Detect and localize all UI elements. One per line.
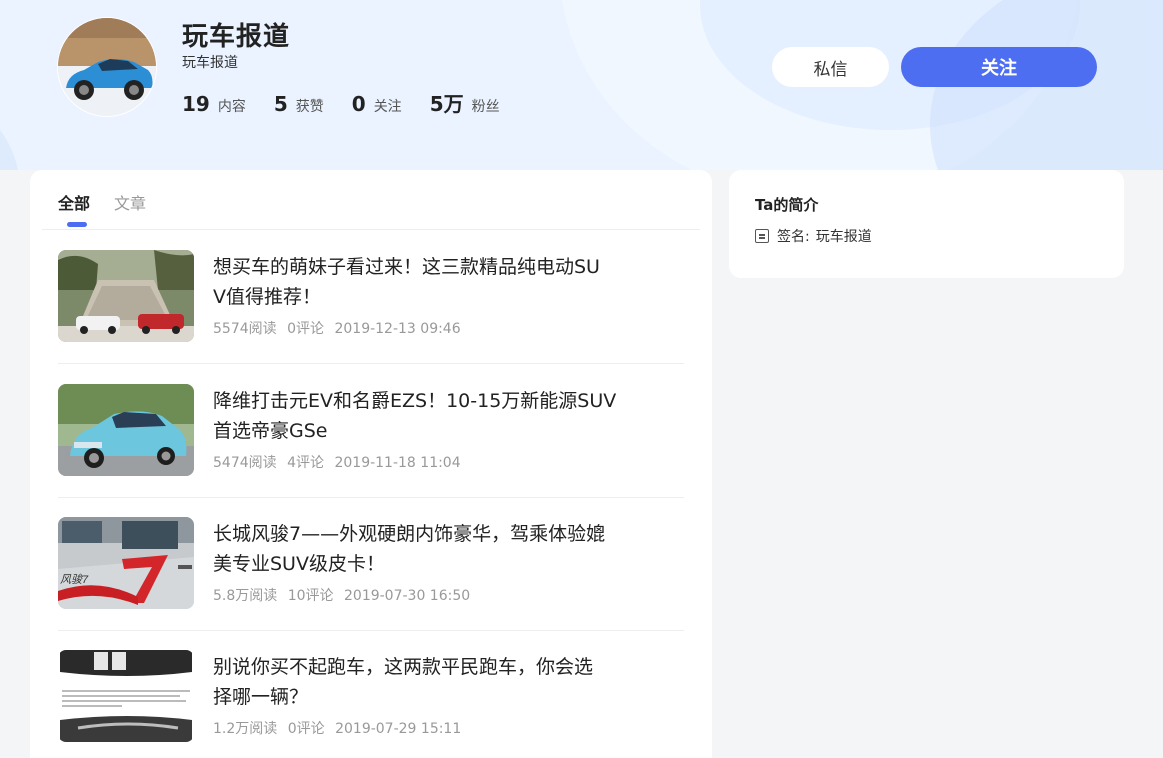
stat-likes: 5 获赞 bbox=[274, 92, 324, 116]
comment-count: 10评论 bbox=[287, 588, 334, 604]
article-item[interactable]: 风骏7 长城风骏7——外观硬朗内饰豪华，驾乘体验媲 美专业SUV级皮卡！ 5.8… bbox=[58, 517, 684, 650]
comment-count: 0评论 bbox=[287, 721, 325, 737]
intro-title: Ta的简介 bbox=[755, 196, 819, 214]
profile-page: 玩车报道 玩车报道 19 内容 5 获赞 0 关注 5万 粉丝 私信 关注 全部… bbox=[0, 0, 1163, 758]
article-title[interactable]: 长城风骏7——外观硬朗内饰豪华，驾乘体验媲 美专业SUV级皮卡！ bbox=[213, 519, 633, 579]
stat-label: 粉丝 bbox=[471, 99, 500, 115]
read-count: 5474阅读 bbox=[213, 455, 277, 471]
stat-number: 5万 bbox=[429, 92, 464, 116]
tab-articles[interactable]: 文章 bbox=[114, 190, 146, 214]
publish-time: 2019-07-29 15:11 bbox=[335, 721, 462, 737]
document-icon bbox=[755, 229, 769, 243]
article-item[interactable]: 想买车的萌妹子看过来！这三款精品纯电动SU V值得推荐！ 5574阅读 0评论 … bbox=[58, 250, 684, 383]
stat-label: 内容 bbox=[217, 99, 246, 115]
article-item[interactable]: 降维打击元EV和名爵EZS！10-15万新能源SUV 首选帝豪GSe 5474阅… bbox=[58, 384, 684, 517]
stat-content[interactable]: 19 内容 bbox=[182, 92, 246, 116]
article-title[interactable]: 别说你买不起跑车，这两款平民跑车，你会选 择哪一辆？ bbox=[213, 652, 633, 712]
profile-stats: 19 内容 5 获赞 0 关注 5万 粉丝 bbox=[182, 88, 528, 117]
comment-count: 0评论 bbox=[287, 321, 325, 337]
stat-label: 获赞 bbox=[295, 99, 324, 115]
signature-label: 签名: bbox=[777, 229, 810, 245]
article-meta: 5.8万阅读 10评论 2019-07-30 16:50 bbox=[213, 585, 476, 605]
read-count: 5574阅读 bbox=[213, 321, 277, 337]
stat-number: 5 bbox=[273, 92, 288, 116]
stat-number: 0 bbox=[351, 92, 366, 116]
intro-card: Ta的简介 签名: 玩车报道 bbox=[729, 170, 1124, 278]
article-meta: 5474阅读 4评论 2019-11-18 11:04 bbox=[213, 452, 467, 472]
follow-button[interactable]: 关注 bbox=[901, 47, 1097, 87]
content-card: 全部 文章 想买车的萌妹子看过来！这三款精品纯电动SU V值得推荐！ 5574阅… bbox=[30, 170, 712, 758]
message-button[interactable]: 私信 bbox=[772, 47, 889, 87]
content-tabs: 全部 文章 bbox=[58, 190, 170, 227]
profile-subtitle: 玩车报道 bbox=[182, 55, 238, 71]
signature-row: 签名: 玩车报道 bbox=[755, 226, 872, 246]
tab-all[interactable]: 全部 bbox=[58, 190, 90, 227]
article-title[interactable]: 想买车的萌妹子看过来！这三款精品纯电动SU V值得推荐！ bbox=[213, 252, 633, 312]
article-item[interactable]: 别说你买不起跑车，这两款平民跑车，你会选 择哪一辆？ 1.2万阅读 0评论 20… bbox=[58, 650, 684, 758]
avatar[interactable] bbox=[57, 17, 157, 117]
divider bbox=[58, 363, 684, 364]
article-title[interactable]: 降维打击元EV和名爵EZS！10-15万新能源SUV 首选帝豪GSe bbox=[213, 386, 633, 446]
stat-fans[interactable]: 5万 粉丝 bbox=[430, 88, 500, 117]
read-count: 1.2万阅读 bbox=[213, 721, 278, 737]
publish-time: 2019-11-18 11:04 bbox=[334, 455, 461, 471]
article-thumbnail[interactable]: 风骏7 bbox=[58, 517, 194, 609]
article-meta: 5574阅读 0评论 2019-12-13 09:46 bbox=[213, 318, 467, 338]
tab-divider bbox=[42, 229, 700, 230]
comment-count: 4评论 bbox=[287, 455, 325, 471]
article-thumbnail[interactable] bbox=[58, 250, 194, 342]
profile-name: 玩车报道 bbox=[182, 22, 291, 52]
signature-value: 玩车报道 bbox=[815, 229, 872, 245]
stat-following[interactable]: 0 关注 bbox=[352, 92, 402, 116]
publish-time: 2019-12-13 09:46 bbox=[334, 321, 461, 337]
svg-text:风骏7: 风骏7 bbox=[60, 573, 89, 586]
read-count: 5.8万阅读 bbox=[213, 588, 278, 604]
article-thumbnail[interactable] bbox=[58, 384, 194, 476]
stat-number: 19 bbox=[182, 92, 210, 116]
divider bbox=[58, 497, 684, 498]
article-meta: 1.2万阅读 0评论 2019-07-29 15:11 bbox=[213, 718, 467, 738]
divider bbox=[58, 630, 684, 631]
article-thumbnail[interactable] bbox=[58, 650, 194, 742]
stat-label: 关注 bbox=[373, 99, 402, 115]
publish-time: 2019-07-30 16:50 bbox=[344, 588, 471, 604]
